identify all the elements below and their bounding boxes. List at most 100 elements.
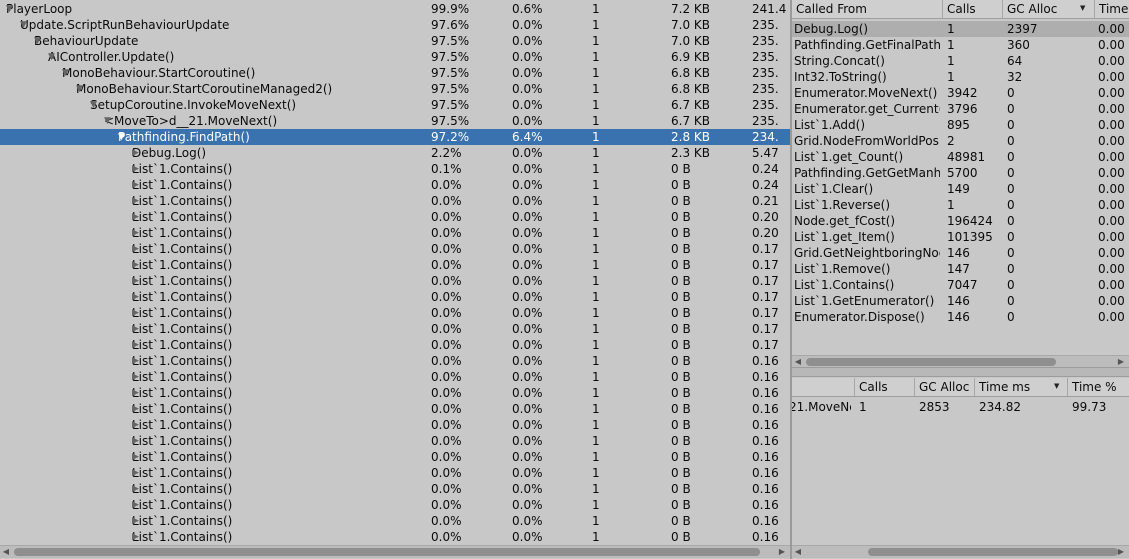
called-from-row[interactable]: Enumerator.get_Current() 3796 0 0.00	[792, 101, 1129, 117]
expand-arrow-icon[interactable]: ▶	[132, 369, 142, 385]
table-row[interactable]: ▶ List`1.Contains() 0.0% 0.0% 1 0 B 0.16	[0, 401, 790, 417]
table-row[interactable]: ▶ List`1.Contains() 0.0% 0.0% 1 0 B 0.16	[0, 385, 790, 401]
scroll-left-icon[interactable]: ◀	[0, 546, 12, 558]
collapse-arrow-icon[interactable]: ▼	[118, 129, 128, 145]
expand-arrow-icon[interactable]: ▶	[132, 273, 142, 289]
called-from-row[interactable]: List`1.Add() 895 0 0.00	[792, 117, 1129, 133]
called-from-row[interactable]: List`1.Remove() 147 0 0.00	[792, 261, 1129, 277]
called-from-row[interactable]: Debug.Log() 1 2397 0.00	[792, 21, 1129, 37]
table-row[interactable]: ▼ BehaviourUpdate 97.5% 0.0% 1 7.0 KB 235.	[0, 33, 790, 49]
called-from-row[interactable]: List`1.Clear() 149 0 0.00	[792, 181, 1129, 197]
table-row[interactable]: ▶ List`1.Contains() 0.0% 0.0% 1 0 B 0.21	[0, 193, 790, 209]
table-row[interactable]: ▼ <MoveTo>d__21.MoveNext() 97.5% 0.0% 1 6.7 K…	[0, 113, 790, 129]
table-row[interactable]: ▶ List`1.Contains() 0.0% 0.0% 1 0 B 0.17	[0, 337, 790, 353]
header-calls[interactable]: Calls	[942, 0, 1002, 18]
scroll-left-icon[interactable]: ◀	[792, 546, 804, 558]
expand-arrow-icon[interactable]: ▶	[132, 321, 142, 337]
expand-arrow-icon[interactable]: ▶	[132, 225, 142, 241]
calls-to-scroll-thumb[interactable]	[868, 548, 1118, 556]
expand-arrow-icon[interactable]: ▶	[132, 161, 142, 177]
collapse-arrow-icon[interactable]: ▼	[76, 81, 86, 97]
table-row[interactable]: ▶ List`1.Contains() 0.0% 0.0% 1 0 B 0.17	[0, 305, 790, 321]
table-row[interactable]: ▼ PlayerLoop 99.9% 0.6% 1 7.2 KB 241.4	[0, 1, 790, 17]
expand-arrow-icon[interactable]: ▶	[132, 481, 142, 497]
expand-arrow-icon[interactable]: ▶	[132, 401, 142, 417]
hierarchy-horizontal-scrollbar[interactable]: ◀ ▶	[0, 545, 790, 558]
table-row[interactable]: ▼ MonoBehaviour.StartCoroutine() 97.5% 0.0%…	[0, 65, 790, 81]
expand-arrow-icon[interactable]: ▶	[132, 417, 142, 433]
header-time-pct[interactable]: Time %	[1067, 378, 1129, 396]
expand-arrow-icon[interactable]: ▶	[132, 353, 142, 369]
table-row[interactable]: ▼ AIController.Update() 97.5% 0.0% 1 6.9 KB 23…	[0, 49, 790, 65]
table-row[interactable]: ▶ List`1.Contains() 0.0% 0.0% 1 0 B 0.17	[0, 241, 790, 257]
header-blank[interactable]	[792, 378, 854, 396]
called-from-row[interactable]: List`1.Contains() 7047 0 0.00	[792, 277, 1129, 293]
called-from-row[interactable]: Int32.ToString() 1 32 0.00	[792, 69, 1129, 85]
table-row[interactable]: ▶ Debug.Log() 2.2% 0.0% 1 2.3 KB 5.47	[0, 145, 790, 161]
table-row[interactable]: ▼ SetupCoroutine.InvokeMoveNext() 97.5% 0.0…	[0, 97, 790, 113]
table-row[interactable]: ▼ Update.ScriptRunBehaviourUpdate 97.6% 0.0…	[0, 17, 790, 33]
expand-arrow-icon[interactable]: ▶	[132, 433, 142, 449]
expand-arrow-icon[interactable]: ▶	[132, 145, 142, 161]
header-called-from[interactable]: Called From	[792, 0, 942, 18]
called-from-row[interactable]: Grid.GetNeightboringNode 146 0 0.00	[792, 245, 1129, 261]
table-row[interactable]: ▶ List`1.Contains() 0.0% 0.0% 1 0 B 0.16	[0, 513, 790, 529]
expand-arrow-icon[interactable]: ▶	[132, 241, 142, 257]
collapse-arrow-icon[interactable]: ▼	[62, 65, 72, 81]
called-from-scroll-thumb[interactable]	[806, 358, 1056, 366]
collapse-arrow-icon[interactable]: ▼	[20, 17, 30, 33]
expand-arrow-icon[interactable]: ▶	[132, 513, 142, 529]
called-from-row[interactable]: List`1.get_Count() 48981 0 0.00	[792, 149, 1129, 165]
table-row[interactable]: ▶ List`1.Contains() 0.0% 0.0% 1 0 B 0.16	[0, 449, 790, 465]
table-row[interactable]: ▶ List`1.Contains() 0.0% 0.0% 1 0 B 0.16	[0, 529, 790, 545]
table-row[interactable]: ▶ List`1.Contains() 0.0% 0.0% 1 0 B 0.16	[0, 369, 790, 385]
called-from-row[interactable]: Node.get_fCost() 196424 0 0.00	[792, 213, 1129, 229]
collapse-arrow-icon[interactable]: ▼	[48, 49, 58, 65]
expand-arrow-icon[interactable]: ▶	[132, 177, 142, 193]
expand-arrow-icon[interactable]: ▶	[132, 305, 142, 321]
expand-arrow-icon[interactable]: ▶	[132, 497, 142, 513]
expand-arrow-icon[interactable]: ▶	[132, 465, 142, 481]
called-from-row[interactable]: String.Concat() 1 64 0.00	[792, 53, 1129, 69]
called-from-row[interactable]: Pathfinding.GetFinalPath() 1 360 0.00	[792, 37, 1129, 53]
table-row[interactable]: ▶ List`1.Contains() 0.0% 0.0% 1 0 B 0.16	[0, 497, 790, 513]
expand-arrow-icon[interactable]: ▶	[132, 193, 142, 209]
header-time[interactable]: Time	[1094, 0, 1129, 18]
calls-to-row[interactable]: 21.MoveNe: 1 2853 234.82 99.73	[792, 399, 1129, 415]
header-calls-to-calls[interactable]: Calls	[854, 378, 914, 396]
called-from-row[interactable]: Enumerator.Dispose() 146 0 0.00	[792, 309, 1129, 325]
table-row[interactable]: ▶ List`1.Contains() 0.1% 0.0% 1 0 B 0.24	[0, 161, 790, 177]
table-row[interactable]: ▶ List`1.Contains() 0.0% 0.0% 1 0 B 0.17	[0, 273, 790, 289]
collapse-arrow-icon[interactable]: ▼	[6, 1, 16, 17]
expand-arrow-icon[interactable]: ▶	[132, 257, 142, 273]
called-from-row[interactable]: Pathfinding.GetGetManha 5700 0 0.00	[792, 165, 1129, 181]
called-from-row[interactable]: Enumerator.MoveNext() 3942 0 0.00	[792, 85, 1129, 101]
table-row[interactable]: ▶ List`1.Contains() 0.0% 0.0% 1 0 B 0.20	[0, 209, 790, 225]
table-row[interactable]: ▶ List`1.Contains() 0.0% 0.0% 1 0 B 0.16	[0, 417, 790, 433]
table-row[interactable]: ▶ List`1.Contains() 0.0% 0.0% 1 0 B 0.17	[0, 289, 790, 305]
called-from-row[interactable]: List`1.Reverse() 1 0 0.00	[792, 197, 1129, 213]
table-row[interactable]: ▶ List`1.Contains() 0.0% 0.0% 1 0 B 0.17	[0, 257, 790, 273]
table-row[interactable]: ▶ List`1.Contains() 0.0% 0.0% 1 0 B 0.16	[0, 433, 790, 449]
table-row[interactable]: ▶ List`1.Contains() 0.0% 0.0% 1 0 B 0.17	[0, 321, 790, 337]
called-from-row[interactable]: List`1.get_Item() 101395 0 0.00	[792, 229, 1129, 245]
calls-to-horizontal-scrollbar[interactable]: ◀ ▶	[792, 545, 1129, 558]
table-row[interactable]: ▶ List`1.Contains() 0.0% 0.0% 1 0 B 0.16	[0, 353, 790, 369]
table-row[interactable]: ▼ MonoBehaviour.StartCoroutineManaged2() 9…	[0, 81, 790, 97]
expand-arrow-icon[interactable]: ▶	[132, 337, 142, 353]
scroll-right-icon[interactable]: ▶	[1115, 546, 1127, 558]
details-divider[interactable]	[792, 367, 1129, 377]
table-row[interactable]: ▶ List`1.Contains() 0.0% 0.0% 1 0 B 0.16	[0, 465, 790, 481]
called-from-row[interactable]: List`1.GetEnumerator() 146 0 0.00	[792, 293, 1129, 309]
table-row[interactable]: ▶ List`1.Contains() 0.0% 0.0% 1 0 B 0.20	[0, 225, 790, 241]
expand-arrow-icon[interactable]: ▶	[132, 209, 142, 225]
table-row[interactable]: ▶ List`1.Contains() 0.0% 0.0% 1 0 B 0.24	[0, 177, 790, 193]
scroll-right-icon[interactable]: ▶	[776, 546, 788, 558]
header-calls-to-gc[interactable]: GC Alloc	[914, 378, 974, 396]
expand-arrow-icon[interactable]: ▶	[132, 385, 142, 401]
collapse-arrow-icon[interactable]: ▼	[90, 97, 100, 113]
collapse-arrow-icon[interactable]: ▼	[34, 33, 44, 49]
called-from-row[interactable]: Grid.NodeFromWorldPositi 2 0 0.00	[792, 133, 1129, 149]
expand-arrow-icon[interactable]: ▶	[132, 529, 142, 545]
table-row[interactable]: ▼ Pathfinding.FindPath() 97.2% 6.4% 1 2.8 KB 2…	[0, 129, 790, 145]
